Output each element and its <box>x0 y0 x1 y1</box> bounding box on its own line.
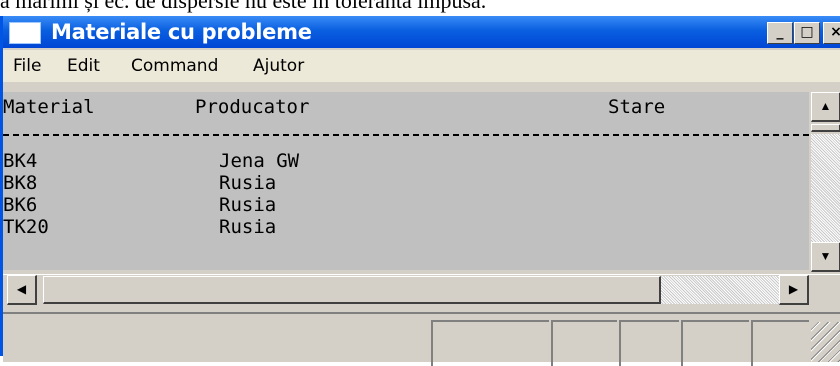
horizontal-scroll-thumb[interactable] <box>43 276 661 304</box>
scroll-up-button[interactable]: ▲ <box>811 92 840 122</box>
row-2-material: BK8 <box>3 172 38 194</box>
menu-command[interactable]: Command <box>131 56 218 76</box>
header-producator: Producator <box>195 96 310 118</box>
menu-file[interactable]: File <box>13 56 41 76</box>
scroll-down-button[interactable]: ▼ <box>811 242 840 272</box>
row-3-material: BK6 <box>3 194 38 216</box>
minimize-button[interactable]: _ <box>767 22 793 44</box>
document-text-fragment: ă mărimi și ec. de dispersie nu este în … <box>0 0 487 13</box>
row-3-producator: Rusia <box>219 194 277 216</box>
status-pane <box>431 320 549 366</box>
header-separator <box>3 134 809 136</box>
menu-edit[interactable]: Edit <box>67 56 100 76</box>
status-pane <box>619 320 679 366</box>
header-material: Material <box>3 96 95 118</box>
status-pane <box>551 320 617 366</box>
app-icon <box>9 22 41 44</box>
close-button[interactable]: × <box>823 22 840 44</box>
vertical-scroll-thumb[interactable] <box>811 124 840 132</box>
horizontal-scroll-track[interactable] <box>661 276 779 304</box>
row-4-producator: Rusia <box>219 216 277 238</box>
vertical-scrollbar[interactable]: ▲ ▼ <box>811 92 840 274</box>
scroll-left-button[interactable]: ◀ <box>7 275 37 305</box>
resize-grip-icon[interactable] <box>811 322 840 362</box>
materials-window: Materiale cu probleme _ □ × File Edit Co… <box>0 16 840 366</box>
menu-ajutor[interactable]: Ajutor <box>253 56 304 76</box>
header-stare: Stare <box>608 96 666 118</box>
row-2-producator: Rusia <box>219 172 277 194</box>
window-title: Materiale cu probleme <box>51 20 312 44</box>
vertical-scroll-track[interactable] <box>811 134 840 242</box>
row-1-material: BK4 <box>3 150 38 172</box>
menu-bar: File Edit Command Ajutor <box>3 50 840 82</box>
horizontal-scrollbar[interactable]: ◀ ▶ <box>3 274 840 307</box>
status-bar <box>3 312 840 366</box>
scroll-right-button[interactable]: ▶ <box>779 275 809 305</box>
row-1-producator: Jena GW <box>219 150 300 172</box>
status-pane <box>681 320 749 366</box>
materials-list[interactable]: Material Producator Stare BK4 Jena GW BK… <box>3 92 809 270</box>
maximize-button[interactable]: □ <box>794 22 820 44</box>
title-bar[interactable]: Materiale cu probleme _ □ × <box>3 16 840 48</box>
row-4-material: TK20 <box>3 216 49 238</box>
status-pane <box>751 320 809 366</box>
